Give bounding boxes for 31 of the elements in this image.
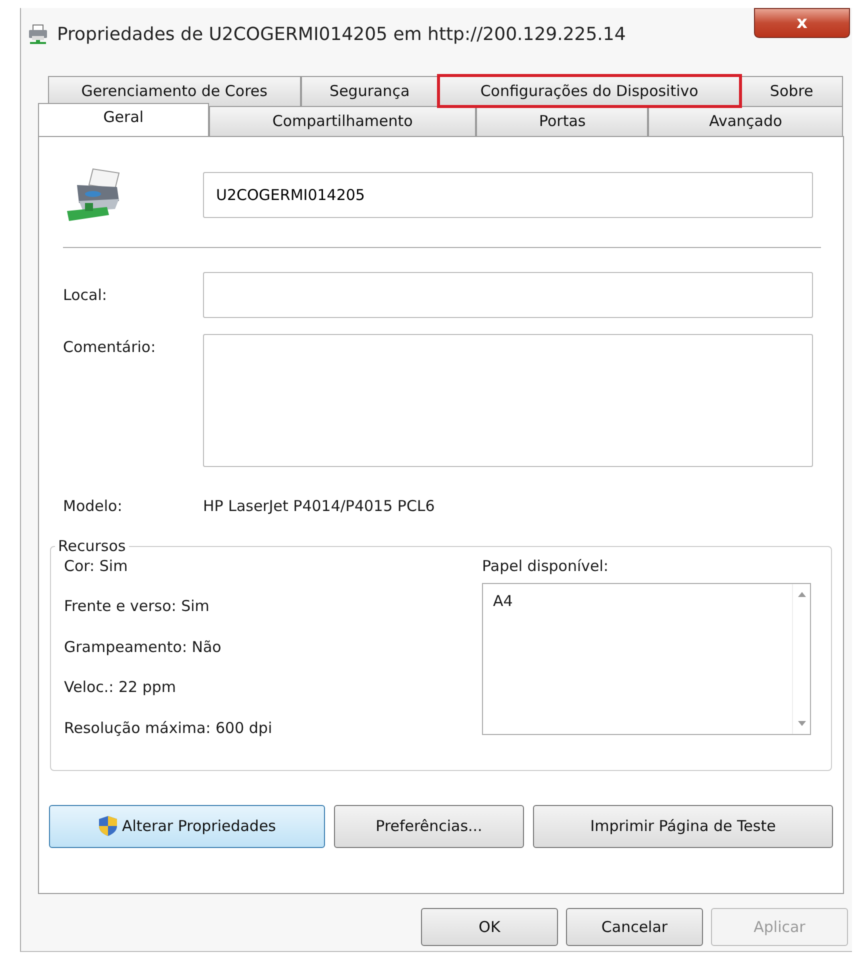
model-label: Modelo: [63, 496, 124, 517]
paper-label: Papel disponível: [482, 556, 610, 576]
feature-text: Frente e verso: Sim [64, 596, 210, 617]
tab[interactable]: Sobre [740, 76, 844, 106]
scroll-up-icon[interactable] [798, 592, 806, 596]
action-button[interactable]: Preferências... [334, 804, 524, 848]
feature-text: Grampeamento: Não [64, 636, 222, 658]
feature-text: Cor: Sim [64, 556, 129, 576]
tab[interactable]: Gerenciamento de Cores [48, 76, 301, 106]
action-button[interactable]: Imprimir Página de Teste [533, 804, 833, 848]
field-label: Local: [63, 284, 108, 306]
tab[interactable]: Portas [476, 106, 648, 136]
scroll-down-icon[interactable] [798, 720, 806, 726]
model-value: HP LaserJet P4014/P4015 PCL6 [203, 496, 435, 517]
close-button[interactable]: x [754, 8, 850, 38]
dialog-button[interactable]: Cancelar [566, 908, 703, 946]
input-field[interactable] [203, 272, 813, 318]
field-label: Comentário: [63, 337, 157, 358]
list-item[interactable]: A4 [493, 590, 513, 612]
tab[interactable]: Segurança [300, 76, 439, 106]
name-field[interactable]: U2COGERMI014205 [203, 172, 813, 218]
action-button[interactable]: Alterar Propriedades [49, 804, 325, 848]
dialog-button[interactable]: OK [421, 908, 558, 946]
feature-text: Resolução máxima: 600 dpi [64, 718, 274, 738]
printer-icon [27, 23, 49, 45]
tab[interactable]: Configurações do Dispositivo [438, 76, 740, 106]
tab[interactable]: Avançado [648, 106, 843, 136]
feature-text: Veloc.: 22 ppm [64, 677, 178, 698]
window-title: Propriedades de U2COGERMI014205 em http://200.129.225.14 [57, 22, 626, 46]
tab[interactable]: Geral [38, 103, 209, 136]
tab[interactable]: Compartilhamento [208, 106, 476, 136]
